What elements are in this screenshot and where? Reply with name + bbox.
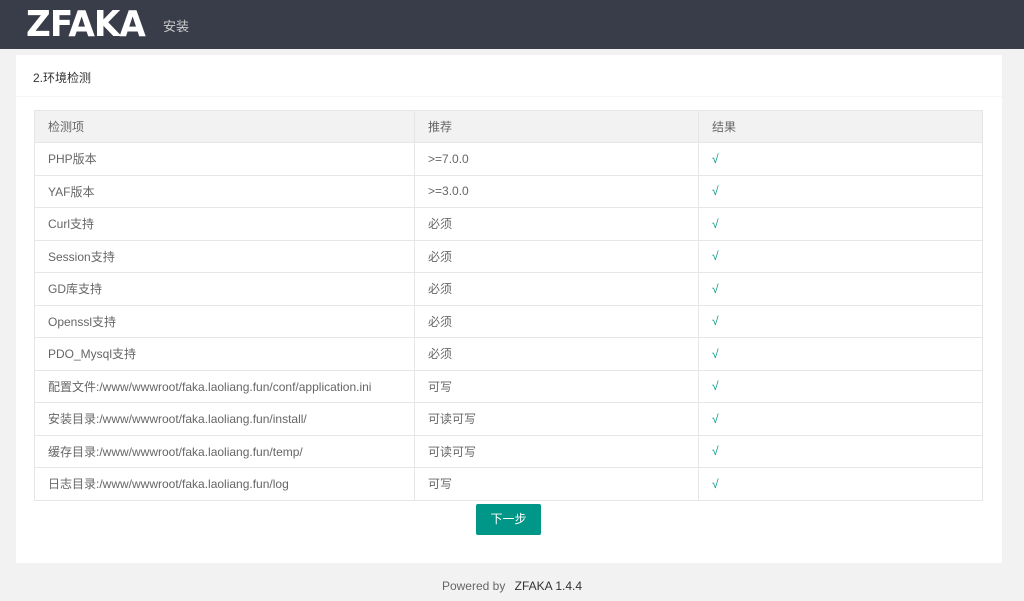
environment-table: 检测项 推荐 结果 PHP版本 >=7.0.0 √ YAF版本 >=3.0.0 √ Curl…: [34, 110, 983, 501]
recommended-value: 可读可写: [414, 434, 699, 468]
check-item: 日志目录:/www/wwwroot/faka.laoliang.fun/log: [34, 467, 415, 501]
check-item: Curl支持: [34, 207, 415, 241]
check-item: PDO_Mysql支持: [34, 337, 415, 371]
table-row: 缓存目录:/www/wwwroot/faka.laoliang.fun/temp…: [34, 434, 983, 468]
table-row: 日志目录:/www/wwwroot/faka.laoliang.fun/log 可…: [34, 467, 983, 501]
footer-brand-link[interactable]: ZFAKA 1.4.4: [515, 579, 582, 593]
recommended-value: >=7.0.0: [414, 142, 699, 176]
table-row: Openssl支持 必须 √: [34, 304, 983, 338]
recommended-value: 必须: [414, 239, 699, 273]
result-check: √: [698, 142, 983, 176]
table-row: Session支持 必须 √: [34, 239, 983, 273]
table-row: GD库支持 必须 √: [34, 272, 983, 306]
result-check: √: [698, 272, 983, 306]
column-header-result: 结果: [698, 110, 983, 143]
top-header: ZFAKA 安装: [0, 0, 1024, 49]
result-check: √: [698, 369, 983, 403]
check-item: 缓存目录:/www/wwwroot/faka.laoliang.fun/temp…: [34, 434, 415, 468]
check-item: YAF版本: [34, 174, 415, 208]
recommended-value: 必须: [414, 304, 699, 338]
result-check: √: [698, 207, 983, 241]
result-check: √: [698, 337, 983, 371]
recommended-value: 必须: [414, 337, 699, 371]
check-item: 配置文件:/www/wwwroot/faka.laoliang.fun/conf…: [34, 369, 415, 403]
table-header-row: 检测项 推荐 结果: [34, 110, 983, 143]
result-check: √: [698, 304, 983, 338]
table-row: 安装目录:/www/wwwroot/faka.laoliang.fun/inst…: [34, 402, 983, 436]
check-item: 安装目录:/www/wwwroot/faka.laoliang.fun/inst…: [34, 402, 415, 436]
table-row: PHP版本 >=7.0.0 √: [34, 142, 983, 176]
column-header-item: 检测项: [34, 110, 415, 143]
recommended-value: 可写: [414, 467, 699, 501]
recommended-value: 必须: [414, 272, 699, 306]
check-item: GD库支持: [34, 272, 415, 306]
table-row: 配置文件:/www/wwwroot/faka.laoliang.fun/conf…: [34, 369, 983, 403]
recommended-value: 可读可写: [414, 402, 699, 436]
check-item: Session支持: [34, 239, 415, 273]
check-item: PHP版本: [34, 142, 415, 176]
recommended-value: 可写: [414, 369, 699, 403]
table-row: Curl支持 必须 √: [34, 207, 983, 241]
table-row: YAF版本 >=3.0.0 √: [34, 174, 983, 208]
footer: Powered by ZFAKA 1.4.4: [0, 579, 1024, 593]
next-step-button[interactable]: 下一步: [476, 504, 541, 535]
result-check: √: [698, 434, 983, 468]
nav-item-install[interactable]: 安装: [163, 16, 189, 35]
result-check: √: [698, 174, 983, 208]
result-check: √: [698, 467, 983, 501]
result-check: √: [698, 239, 983, 273]
card-title: 2.环境检测: [16, 55, 1002, 97]
environment-check-card: 2.环境检测 检测项 推荐 结果 PHP版本 >=7.0.0 √ YAF版本 >=3.0…: [16, 55, 1002, 563]
column-header-recommend: 推荐: [414, 110, 699, 143]
table-row: PDO_Mysql支持 必须 √: [34, 337, 983, 371]
recommended-value: >=3.0.0: [414, 174, 699, 208]
logo[interactable]: ZFAKA: [26, 4, 146, 45]
check-item: Openssl支持: [34, 304, 415, 338]
recommended-value: 必须: [414, 207, 699, 241]
result-check: √: [698, 402, 983, 436]
powered-by-label: Powered by: [441, 579, 506, 593]
